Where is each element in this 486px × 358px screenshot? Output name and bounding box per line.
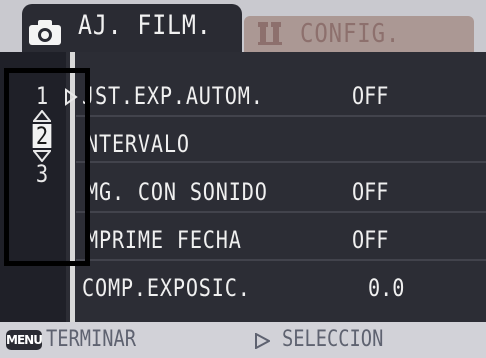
menu-item-label: NTERVALO xyxy=(86,130,190,158)
row-divider xyxy=(76,161,486,163)
menu-item-label: MPRIME FECHA xyxy=(86,226,242,254)
menu-item-label: COMP.EXPOSIC. xyxy=(82,274,251,302)
menu-item-value: OFF xyxy=(352,82,389,110)
tab-bar: AJ. FILM. CONFIG. xyxy=(0,0,486,54)
menu-item-value: OFF xyxy=(352,226,389,254)
menu-button-icon[interactable]: MENU xyxy=(6,330,43,350)
footer-bar: MENU TERMINAR SELECCION xyxy=(0,322,486,358)
camera-menu-screen: AJ. FILM. CONFIG. 1 2 3 JST.EXP.AUTOM. O… xyxy=(0,0,486,358)
menu-item-label: MG. CON SONIDO xyxy=(86,178,268,206)
tab-shooting-label: AJ. FILM. xyxy=(78,10,212,41)
select-label: SELECCION xyxy=(282,327,384,352)
row-divider xyxy=(76,211,486,213)
row-divider xyxy=(76,259,486,261)
highlight-box xyxy=(4,68,90,266)
menu-item-value: 0.0 xyxy=(368,274,405,302)
setup-icon xyxy=(258,22,282,45)
play-icon xyxy=(255,333,270,349)
exit-label: TERMINAR xyxy=(46,327,137,352)
menu-item-value: OFF xyxy=(352,178,389,206)
menu-item-label: JST.EXP.AUTOM. xyxy=(82,82,264,110)
row-divider xyxy=(76,115,486,117)
tab-setup-label: CONFIG. xyxy=(300,19,401,49)
camera-icon xyxy=(29,20,61,45)
